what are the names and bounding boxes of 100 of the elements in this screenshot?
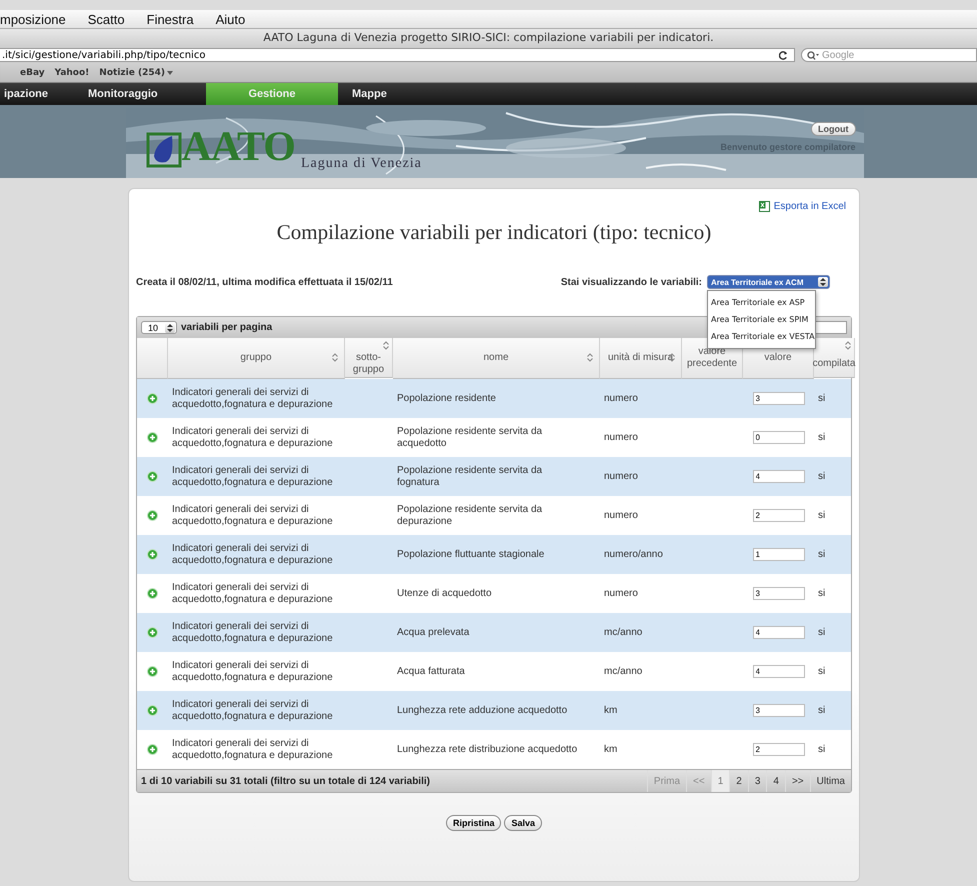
address-field[interactable]: .it/sici/gestione/variabili.php/tipo/tecnico	[0, 48, 795, 62]
page-size-select[interactable]: 10	[141, 321, 177, 334]
bookmark-link[interactable]: Notizie (254)	[99, 68, 173, 78]
table-cell-text: Popolazione residente servita da depurazione	[397, 504, 544, 527]
menu-item[interactable]: Scatto	[88, 12, 125, 26]
add-icon[interactable]	[147, 510, 158, 521]
table-cell: Acqua fatturata	[397, 666, 465, 678]
table-cell: si	[818, 626, 826, 638]
column-header: sotto-gruppo	[345, 338, 393, 378]
value-field[interactable]: 2	[752, 509, 804, 522]
table-cell: si	[818, 588, 826, 600]
stepper-icon	[818, 277, 828, 287]
menu-item[interactable]: mposizione	[0, 12, 66, 26]
table-cell: si	[818, 432, 826, 444]
page-link[interactable]: 4	[766, 770, 785, 792]
table-cell-text: Indicatori generali dei servizi di acquedotto,fognatura e depurazione	[172, 582, 334, 605]
logout-button[interactable]: Logout	[811, 122, 856, 136]
page-link[interactable]: 2	[729, 770, 748, 792]
table-cell: si	[818, 470, 826, 482]
table-cell: numero	[604, 588, 638, 600]
nav-tab[interactable]: ipazione	[0, 83, 88, 105]
sort-icon[interactable]	[587, 353, 593, 362]
sort-icon[interactable]	[383, 341, 389, 350]
add-icon[interactable]	[147, 666, 158, 677]
form-button[interactable]: Salva	[504, 815, 542, 831]
add-icon[interactable]	[147, 549, 158, 560]
table-cell-text: Indicatori generali dei servizi di acquedotto,fognatura e depurazione	[172, 699, 334, 722]
add-icon[interactable]	[147, 393, 158, 404]
search-icon	[807, 51, 819, 60]
table-cell: numero/anno	[604, 548, 663, 560]
table-cell: si	[818, 548, 826, 560]
column-header: compilata	[814, 338, 855, 378]
value-field[interactable]: 4	[752, 626, 804, 639]
column-header: unità di misura	[600, 338, 682, 379]
value-field[interactable]: 0	[752, 431, 804, 444]
page-title: Compilazione variabili per indicatori (tipo: tecnico)	[276, 220, 712, 245]
table-cell: Lunghezza rete distribuzione acquedotto	[397, 744, 578, 756]
table-cell: numero	[604, 392, 638, 404]
menu-item[interactable]: Finestra	[146, 12, 194, 26]
value-field[interactable]: 2	[752, 743, 804, 756]
page-link[interactable]: Ultima	[810, 770, 851, 792]
value-field[interactable]: 4	[752, 470, 804, 483]
add-icon[interactable]	[147, 627, 158, 638]
nav-tab[interactable]: Mappe	[352, 83, 470, 105]
table-cell-text: Popolazione residente servita da acquedotto	[397, 426, 544, 449]
form-button[interactable]: Ripristina	[446, 815, 502, 831]
table-cell-text: Indicatori generali dei servizi di acquedotto,fognatura e depurazione	[172, 465, 334, 488]
page-link[interactable]: >>	[784, 770, 810, 792]
value-field[interactable]: 1	[752, 548, 804, 561]
value-field[interactable]: 3	[752, 704, 804, 717]
table-cell-text: Indicatori generali dei servizi di acquedotto,fognatura e depurazione	[172, 543, 334, 566]
value-field[interactable]: 4	[752, 665, 804, 678]
dropdown-option[interactable]: Area Territoriale ex ASP	[708, 294, 815, 311]
table-cell: mc/anno	[604, 626, 642, 638]
summary-text: 1 di 10 variabili su 31 totali (filtro su un totale di 124 variabili)	[141, 776, 430, 786]
value-field[interactable]: 3	[752, 587, 804, 600]
table-cell: numero	[604, 470, 638, 482]
page-link[interactable]: 3	[748, 770, 766, 792]
caret-icon	[166, 71, 173, 75]
banner-subtitle: Laguna di Venezia	[300, 156, 422, 172]
window-title: AATO Laguna di Venezia progetto SIRIO-SICI: compilazione variabili per indicatori.	[263, 31, 714, 44]
add-icon[interactable]	[147, 705, 158, 716]
add-icon[interactable]	[147, 432, 158, 443]
menu-item[interactable]: Aiuto	[216, 12, 246, 26]
sort-icon[interactable]	[332, 353, 338, 362]
table-cell: si	[818, 510, 826, 522]
add-icon[interactable]	[147, 471, 158, 482]
drop-logo-icon	[146, 132, 182, 168]
table-cell-text: Indicatori generali dei servizi di acquedotto,fognatura e depurazione	[172, 426, 334, 449]
search-field[interactable]: Google	[801, 48, 977, 62]
export-link[interactable]: Esporta in Excel	[758, 201, 846, 212]
page-link[interactable]: 1	[710, 770, 730, 792]
add-icon[interactable]	[147, 744, 158, 755]
bookmark-link[interactable]: eBay	[20, 68, 45, 78]
dropdown-option[interactable]: Area Territoriale ex SPIM	[708, 311, 815, 328]
table-cell: numero	[604, 510, 638, 522]
reload-icon[interactable]	[779, 50, 788, 60]
sort-icon[interactable]	[669, 353, 675, 362]
table-cell: mc/anno	[604, 666, 642, 678]
table-cell-text: Indicatori generali dei servizi di acquedotto,fognatura e depurazione	[172, 660, 334, 683]
stepper-icon	[165, 322, 175, 332]
table-cell: si	[818, 392, 826, 404]
filter-label: Stai visualizzando le variabili:	[560, 276, 702, 288]
sort-icon[interactable]	[845, 341, 851, 350]
table-cell: Acqua prelevata	[397, 626, 470, 638]
table-cell: Popolazione fluttuante stagionale	[397, 548, 544, 560]
table-cell-text: Indicatori generali dei servizi di acquedotto,fognatura e depurazione	[172, 504, 334, 527]
column-header: gruppo	[168, 338, 345, 379]
add-icon[interactable]	[147, 588, 158, 599]
nav-tab[interactable]: Monitoraggio	[88, 83, 206, 105]
table-cell: km	[604, 704, 618, 716]
column-header: nome	[393, 338, 600, 379]
table-cell: si	[818, 666, 826, 678]
table-cell-text: Indicatori generali dei servizi di acquedotto,fognatura e depurazione	[172, 621, 334, 644]
info-text: Creata il 08/02/11, ultima modifica effettuata il 15/02/11	[136, 276, 393, 288]
area-select[interactable]: Area Territoriale ex ACM	[707, 275, 830, 289]
table-cell-text: Indicatori generali dei servizi di acquedotto,fognatura e depurazione	[172, 387, 334, 410]
bookmark-link[interactable]: Yahoo!	[54, 68, 90, 78]
table-cell: Utenze di acquedotto	[397, 588, 492, 600]
value-field[interactable]: 3	[752, 392, 804, 405]
